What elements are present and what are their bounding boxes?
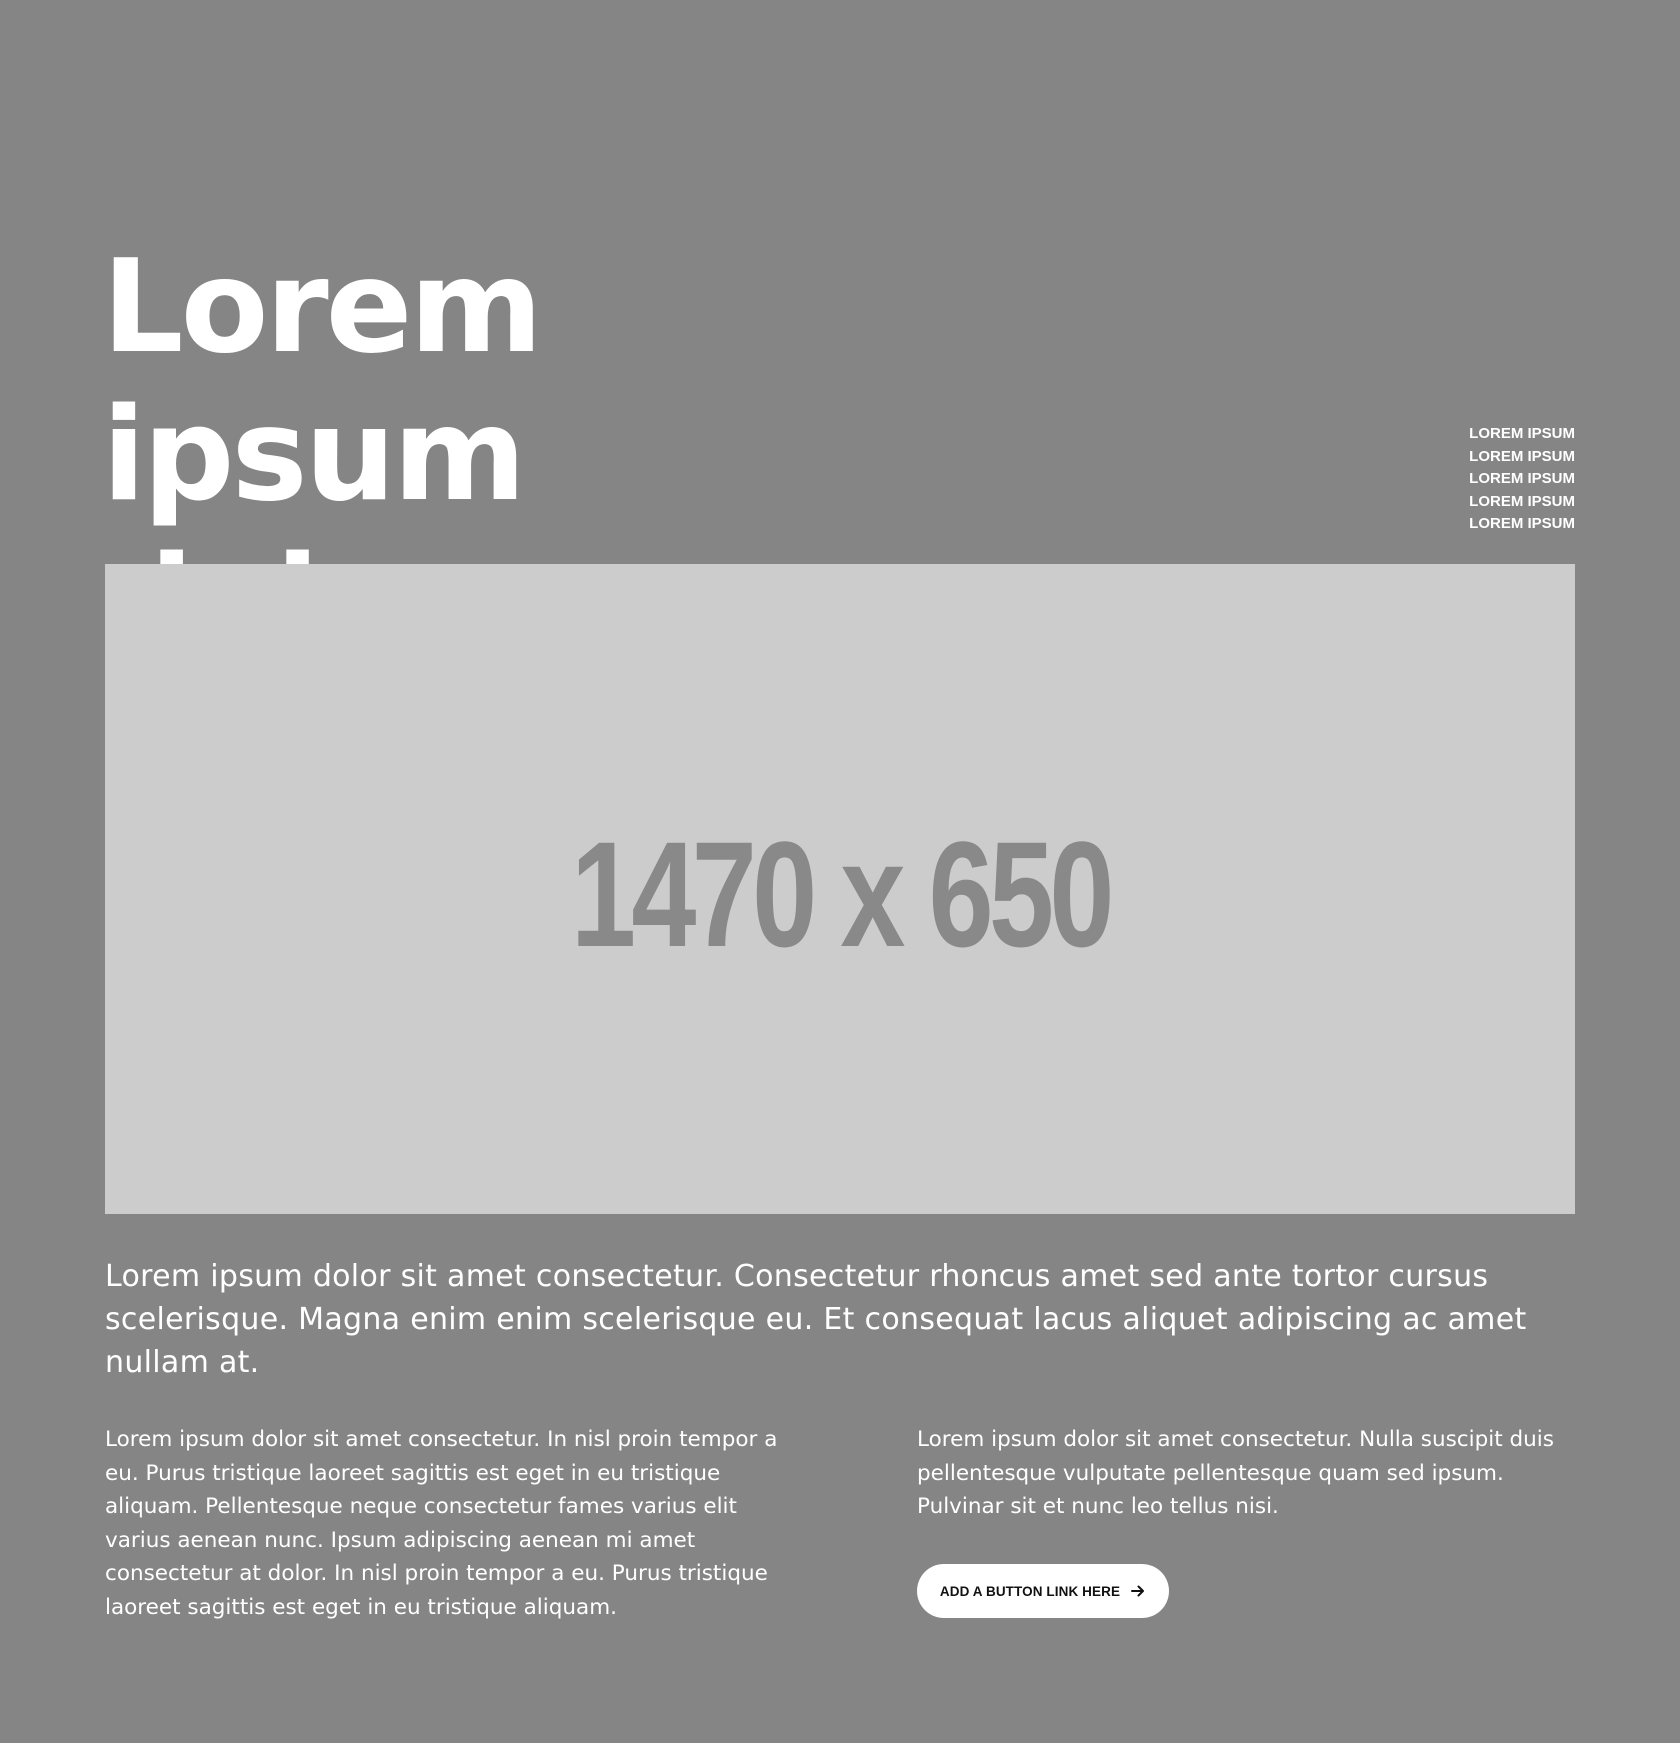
cta-button[interactable]: ADD A BUTTON LINK HERE xyxy=(917,1564,1169,1618)
body-text-right: Lorem ipsum dolor sit amet consectetur. … xyxy=(917,1427,1554,1519)
lead-paragraph: Lorem ipsum dolor sit amet consectetur. … xyxy=(105,1259,1527,1380)
side-link-item[interactable]: LOREM IPSUM xyxy=(1469,491,1575,514)
body-text-left: Lorem ipsum dolor sit amet consectetur. … xyxy=(105,1427,778,1620)
side-link-item[interactable]: LOREM IPSUM xyxy=(1469,468,1575,491)
cta-button-label: ADD A BUTTON LINK HERE xyxy=(939,1583,1121,1599)
arrow-right-icon xyxy=(1130,1583,1146,1599)
side-link-item[interactable]: LOREM IPSUM xyxy=(1469,423,1575,446)
side-link-list: LOREM IPSUM LOREM IPSUM LOREM IPSUM LORE… xyxy=(1469,423,1575,536)
image-dimensions-label: 1470 x 650 xyxy=(570,809,1114,978)
hero-image-placeholder: 1470 x 650 xyxy=(105,564,1575,1214)
hero-title-line-1: Lorem ipsum xyxy=(102,233,543,530)
side-link-item[interactable]: LOREM IPSUM xyxy=(1469,446,1575,469)
page-container: Lorem ipsum dolor LOREM IPSUM LOREM IPSU… xyxy=(102,0,1575,1743)
side-link-item[interactable]: LOREM IPSUM xyxy=(1469,513,1575,536)
